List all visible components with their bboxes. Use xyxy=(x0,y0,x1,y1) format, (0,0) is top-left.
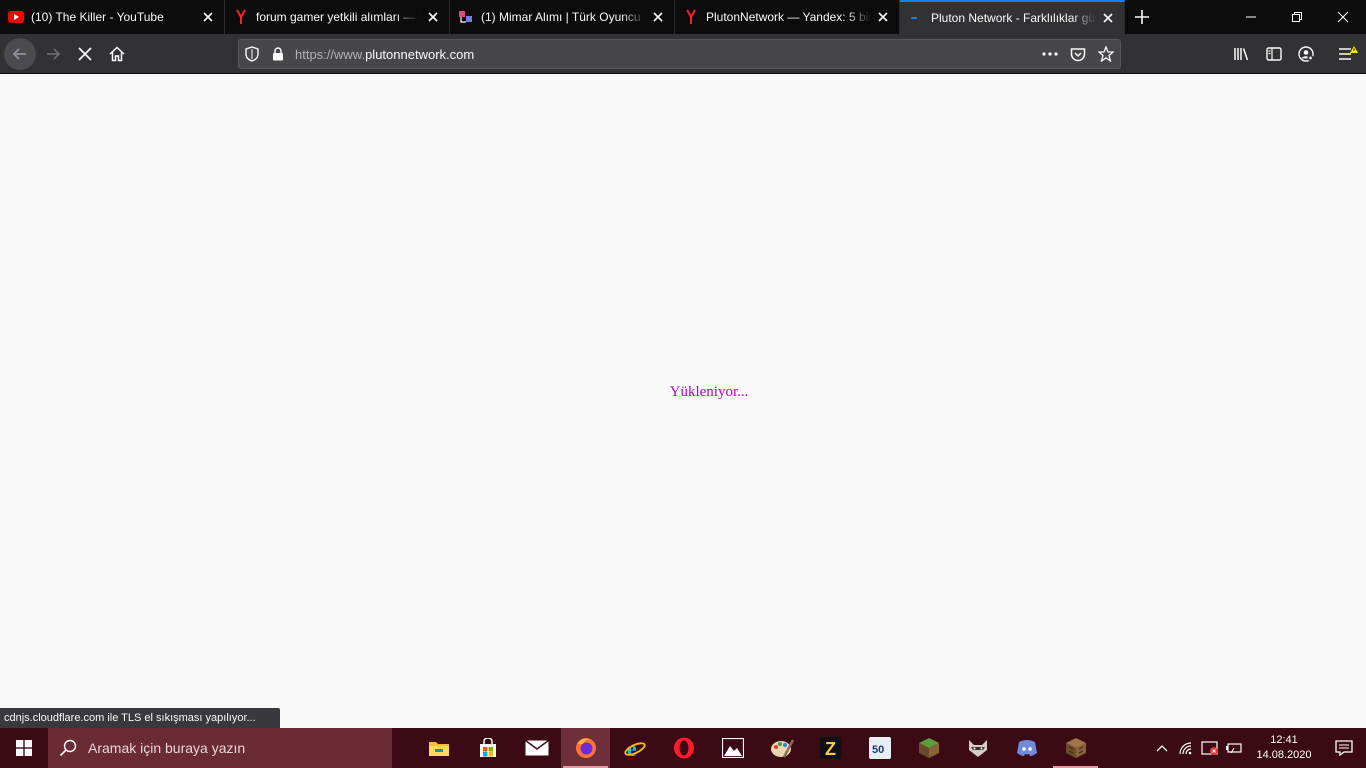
tab-title: (1) Mimar Alımı | Türk Oyuncu xyxy=(481,10,641,24)
plus-icon xyxy=(1135,10,1149,24)
search-placeholder: Aramak için buraya yazın xyxy=(88,740,246,756)
filezilla-icon[interactable]: Z xyxy=(806,728,855,768)
yandex-icon xyxy=(683,9,699,25)
internet-explorer-icon[interactable]: e xyxy=(610,728,659,768)
tab-turk-oyuncu[interactable]: (1) Mimar Alımı | Türk Oyuncu xyxy=(450,0,675,34)
search-icon xyxy=(48,739,88,757)
microsoft-store-icon[interactable] xyxy=(463,728,512,768)
forward-arrow-icon xyxy=(47,48,61,60)
speedtest-icon[interactable]: 50 xyxy=(855,728,904,768)
back-arrow-icon xyxy=(12,48,26,60)
paint-icon[interactable] xyxy=(757,728,806,768)
firefox-icon[interactable] xyxy=(561,728,610,768)
minimize-button[interactable] xyxy=(1228,0,1274,34)
new-tab-button[interactable] xyxy=(1125,0,1159,34)
stop-x-icon xyxy=(78,47,92,61)
sidebar-icon[interactable] xyxy=(1258,38,1290,70)
restore-button[interactable] xyxy=(1274,0,1320,34)
chevron-up-icon[interactable] xyxy=(1150,728,1174,768)
opera-icon[interactable] xyxy=(659,728,708,768)
forum-icon xyxy=(458,9,474,25)
discord-icon[interactable] xyxy=(1002,728,1051,768)
tab-yandex-pluton[interactable]: PlutonNetwork — Yandex: 5 bin xyxy=(675,0,900,34)
menu-hamburger-icon[interactable] xyxy=(1332,38,1364,70)
svg-text:50: 50 xyxy=(872,744,884,756)
pocket-icon[interactable] xyxy=(1064,40,1092,68)
security-warning-icon[interactable] xyxy=(1198,728,1222,768)
home-icon xyxy=(109,46,125,62)
url-prefix: https://www. xyxy=(295,46,366,62)
url-domain: plutonnetwork.com xyxy=(365,46,475,62)
close-tab-icon[interactable] xyxy=(871,5,895,29)
mail-icon[interactable] xyxy=(512,728,561,768)
photos-icon[interactable] xyxy=(708,728,757,768)
tab-yandex-forum[interactable]: forum gamer yetkili alımları — Yandex xyxy=(225,0,450,34)
forward-button[interactable] xyxy=(37,38,69,70)
close-tab-icon[interactable] xyxy=(1096,6,1120,30)
minecraft-launcher-icon[interactable] xyxy=(1051,728,1100,768)
close-tab-icon[interactable] xyxy=(646,5,670,29)
taskbar-clock[interactable]: 12:41 14.08.2020 xyxy=(1246,733,1322,763)
battery-icon[interactable] xyxy=(1222,728,1246,768)
status-panel: cdnjs.cloudflare.com ile TLS el sıkışmas… xyxy=(0,708,280,728)
close-tab-icon[interactable] xyxy=(196,5,220,29)
start-button[interactable] xyxy=(0,728,48,768)
taskbar-search-box[interactable]: Aramak için buraya yazın xyxy=(48,728,392,768)
file-explorer-icon[interactable] xyxy=(414,728,463,768)
navigation-toolbar: https://www.plutonnetwork.com xyxy=(0,34,1366,74)
tab-title: (10) The Killer - YouTube xyxy=(31,10,164,24)
youtube-icon xyxy=(8,9,24,25)
lock-icon[interactable] xyxy=(265,40,291,68)
page-actions-icon[interactable] xyxy=(1036,40,1064,68)
stop-button[interactable] xyxy=(69,38,101,70)
clock-date: 14.08.2020 xyxy=(1256,749,1312,761)
tab-bar: (10) The Killer - YouTube forum gamer ye… xyxy=(0,0,1366,34)
raccoon-app-icon[interactable] xyxy=(953,728,1002,768)
windows-logo-icon xyxy=(16,740,32,756)
close-window-button[interactable] xyxy=(1320,0,1366,34)
loading-text: Yükleniyor... xyxy=(669,384,749,400)
notification-center-icon[interactable] xyxy=(1322,728,1366,768)
tab-pluton-network[interactable]: Pluton Network - Farklılıklar güzel xyxy=(900,0,1125,34)
tracking-protection-shield-icon[interactable] xyxy=(239,40,265,68)
svg-text:Z: Z xyxy=(825,739,836,759)
loading-icon xyxy=(908,10,924,26)
minecraft-icon[interactable] xyxy=(904,728,953,768)
page-content: Yükleniyor... cdnjs.cloudflare.com ile T… xyxy=(0,74,1366,728)
back-button[interactable] xyxy=(4,38,36,70)
tab-title: forum gamer yetkili alımları — Yandex xyxy=(256,10,421,24)
system-tray: 12:41 14.08.2020 xyxy=(1150,728,1366,768)
library-icon[interactable] xyxy=(1226,38,1258,70)
address-bar[interactable]: https://www.plutonnetwork.com xyxy=(238,39,1121,69)
tab-title: Pluton Network - Farklılıklar güzel xyxy=(931,11,1096,25)
account-icon[interactable] xyxy=(1290,38,1322,70)
close-tab-icon[interactable] xyxy=(421,5,445,29)
home-button[interactable] xyxy=(101,38,133,70)
url-text[interactable]: https://www.plutonnetwork.com xyxy=(291,47,1036,62)
tab-title: PlutonNetwork — Yandex: 5 bin xyxy=(706,10,871,24)
windows-taskbar: Aramak için buraya yazın e Z 50 12:41 14… xyxy=(0,728,1366,768)
tab-youtube[interactable]: (10) The Killer - YouTube xyxy=(0,0,225,34)
clock-time: 12:41 xyxy=(1270,734,1298,746)
bookmark-star-icon[interactable] xyxy=(1092,40,1120,68)
wifi-icon[interactable] xyxy=(1174,728,1198,768)
yandex-icon xyxy=(233,9,249,25)
